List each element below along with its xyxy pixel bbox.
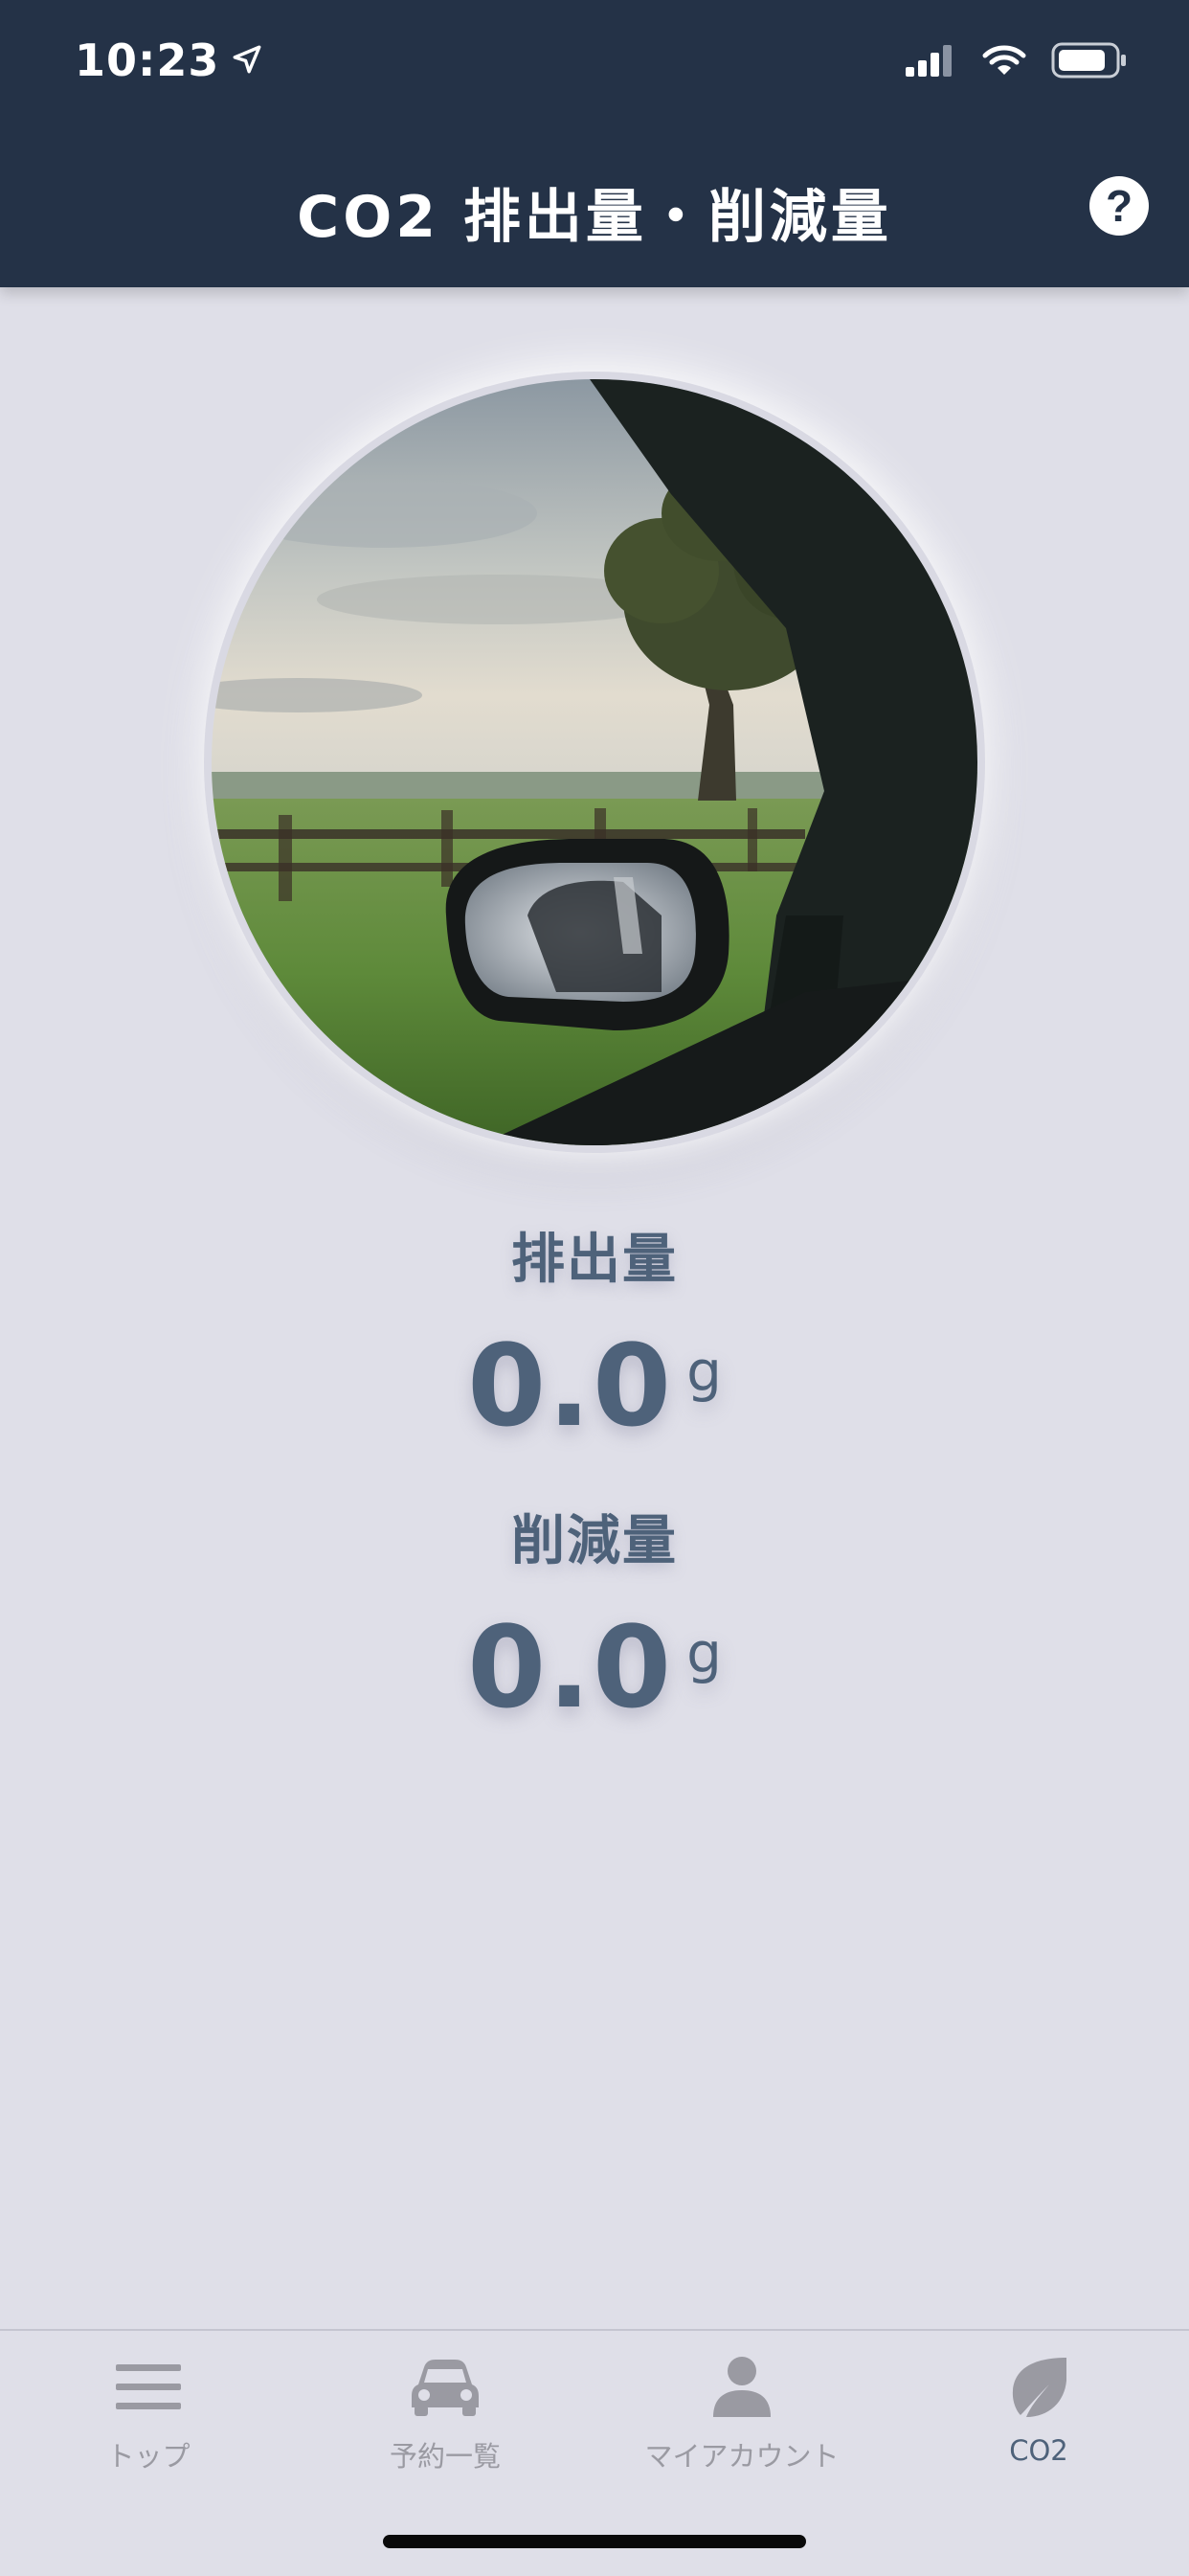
- home-indicator: [383, 2535, 806, 2548]
- reduction-value-row: 0.0 g: [0, 1601, 1189, 1733]
- status-time: 10:23: [75, 34, 263, 86]
- tab-co2-label: CO2: [1009, 2434, 1068, 2467]
- tab-top[interactable]: トップ: [0, 2348, 297, 2492]
- emission-unit: g: [686, 1339, 722, 1404]
- leaf-icon: [1007, 2348, 1070, 2427]
- reduction-unit: g: [686, 1620, 722, 1685]
- app-header: 10:23 CO2 排出量・削減量 ?: [0, 0, 1189, 287]
- emission-label: 排出量: [511, 1229, 678, 1291]
- tab-my-account[interactable]: マイアカウント: [594, 2348, 890, 2492]
- battery-icon: [1051, 42, 1128, 82]
- status-icons: [906, 42, 1128, 82]
- signal-icon: [906, 44, 957, 80]
- person-icon: [711, 2348, 773, 2427]
- reduction-value: 0.0: [467, 1601, 674, 1733]
- tab-reservations[interactable]: 予約一覧: [297, 2348, 594, 2492]
- tab-my-account-label: マイアカウント: [644, 2440, 840, 2473]
- status-time-text: 10:23: [75, 34, 220, 86]
- menu-icon: [114, 2348, 183, 2427]
- car-icon: [411, 2348, 480, 2427]
- tab-co2[interactable]: CO2: [890, 2348, 1187, 2492]
- location-arrow-icon: [231, 34, 263, 86]
- emission-value-row: 0.0 g: [0, 1320, 1189, 1452]
- car-mirror-photo: [212, 379, 977, 1145]
- tab-reservations-label: 予約一覧: [389, 2440, 501, 2473]
- reduction-label: 削減量: [511, 1510, 678, 1572]
- page-title: CO2 排出量・削減量: [297, 184, 892, 251]
- help-button[interactable]: ?: [1089, 176, 1149, 236]
- emission-value: 0.0: [467, 1320, 674, 1452]
- tab-top-label: トップ: [106, 2440, 191, 2473]
- photo-frame: [204, 372, 985, 1153]
- wifi-icon: [982, 44, 1026, 80]
